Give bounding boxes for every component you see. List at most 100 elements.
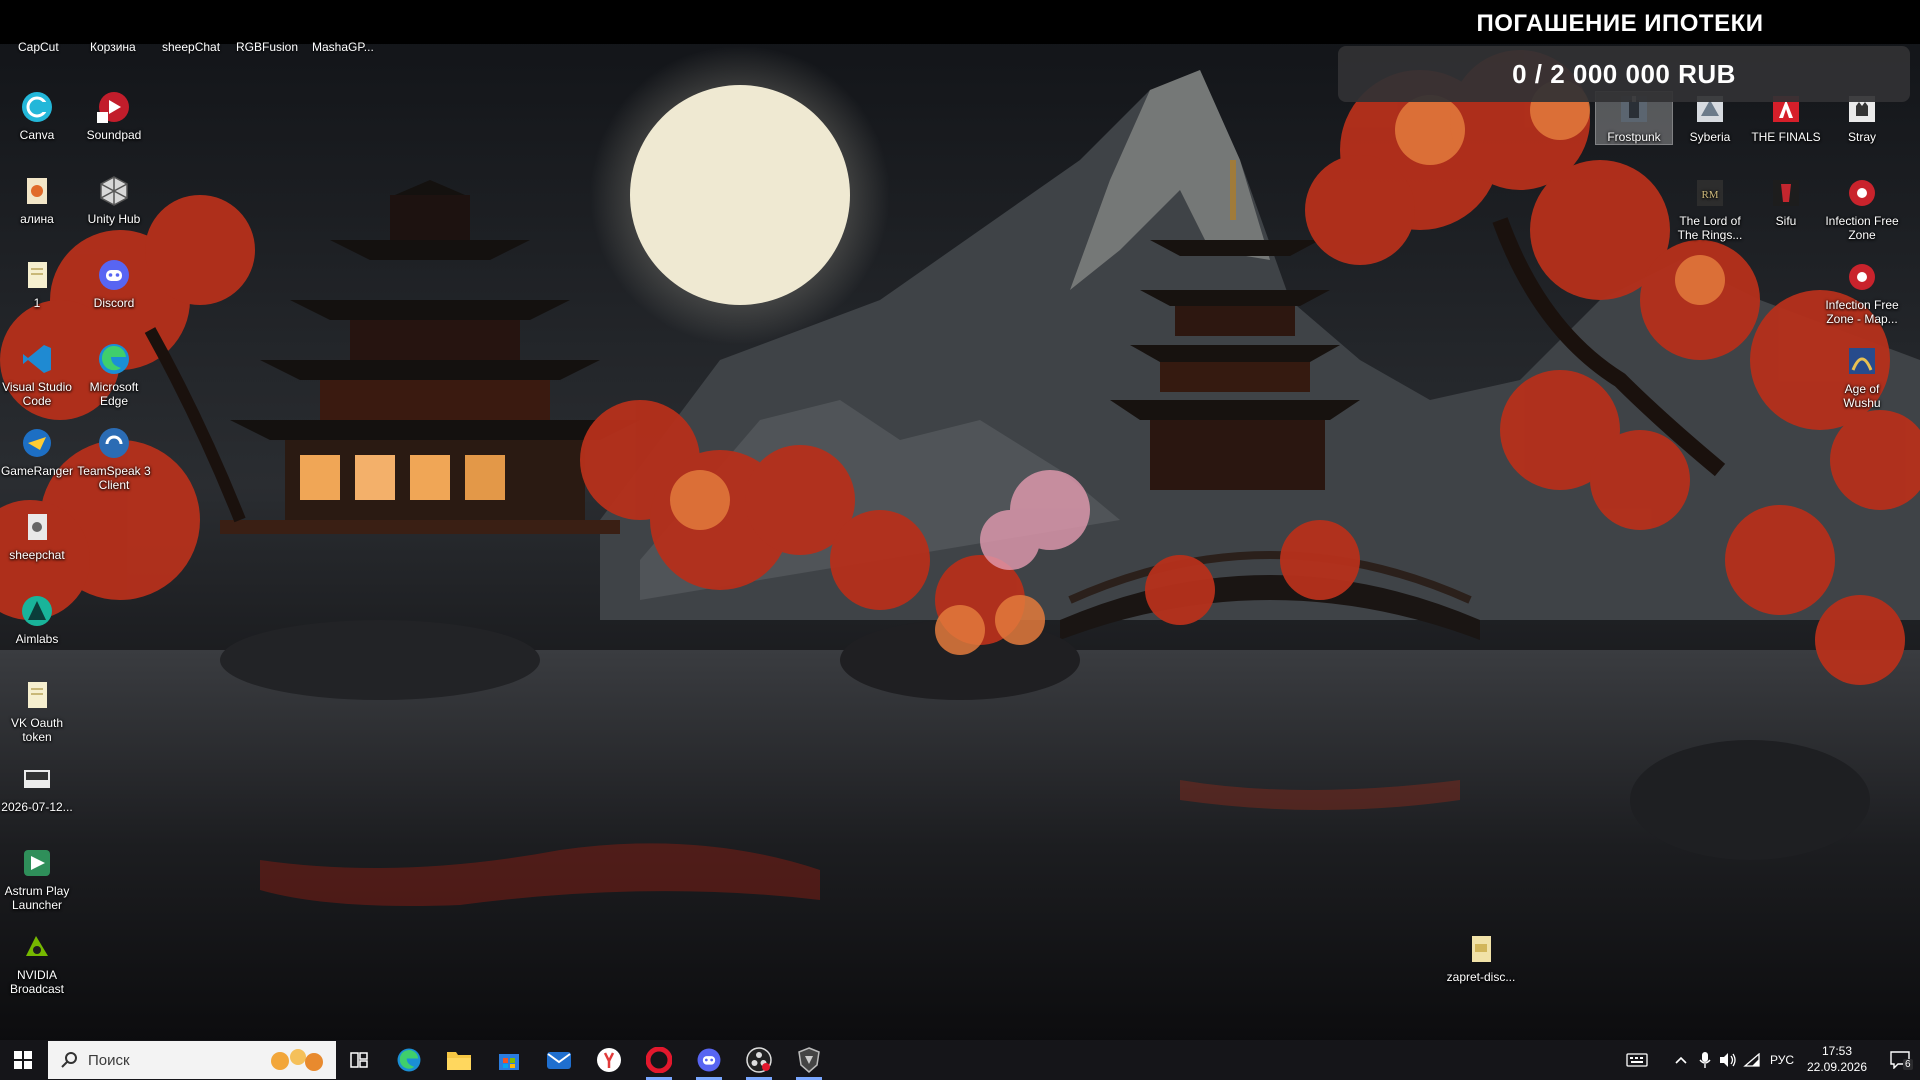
discord-icon [99, 260, 129, 290]
soundpad-icon [97, 92, 129, 123]
keyboard-icon [1626, 1053, 1648, 1067]
desktop-icon-discord[interactable]: Discord [76, 258, 152, 310]
screenshot-file-label: 2026-07-12... [1, 800, 73, 814]
taskbar-opera[interactable] [636, 1040, 682, 1080]
notification-count-badge: 6 [1903, 1059, 1913, 1070]
desktop-icon-mashagp-label[interactable]: MashaGP... [312, 40, 374, 54]
canva-icon [22, 92, 52, 122]
desktop-icon-screenshot-file[interactable]: 2026-07-12... [0, 762, 75, 814]
lotr-label: The Lord of The Rings... [1677, 214, 1743, 242]
tray-volume[interactable] [1716, 1040, 1740, 1080]
infection-free-zone-map-icon [1849, 264, 1875, 290]
stray-label: Stray [1847, 130, 1876, 144]
infection-free-zone-label: Infection Free Zone [1825, 214, 1899, 242]
desktop-icon-vscode[interactable]: Visual Studio Code [0, 342, 75, 408]
desktop-icon-vk-oauth-token[interactable]: VK Oauth token [0, 678, 75, 744]
opera-icon [646, 1047, 672, 1073]
store-icon [499, 1054, 519, 1070]
desktop-icon-gameranger[interactable]: GameRanger [0, 426, 75, 478]
image-file-icon [24, 770, 50, 788]
taskbar-game-app[interactable] [786, 1040, 832, 1080]
taskbar-yandex-browser[interactable] [586, 1040, 632, 1080]
desktop-icon-capcut-label[interactable]: CapCut [18, 40, 59, 54]
desktop-icon-1[interactable]: 1 [0, 258, 75, 310]
age-of-wushu-label: Age of Wushu [1843, 382, 1881, 410]
desktop-icon-sheepchat-label[interactable]: sheepChat [162, 40, 220, 54]
desktop-icon-sifu[interactable]: Sifu [1748, 176, 1824, 228]
tray-keyboard-layout[interactable] [1622, 1040, 1652, 1080]
desktop-icon-unity-hub[interactable]: Unity Hub [76, 174, 152, 226]
taskbar-store[interactable] [486, 1040, 532, 1080]
aimlabs-icon [22, 596, 52, 626]
unity-hub-icon [100, 176, 128, 206]
search-icon [61, 1052, 77, 1068]
tray-show-hidden[interactable] [1668, 1040, 1694, 1080]
teamspeak-icon [99, 428, 129, 458]
yandex-browser-icon [597, 1048, 621, 1072]
chevron-up-icon [1675, 1056, 1687, 1064]
desktop-icon-sheepchat-file[interactable]: sheepchat [0, 510, 75, 562]
sifu-label: Sifu [1775, 214, 1797, 228]
taskbar: Поиск [0, 1040, 1920, 1080]
clock-date: 22.09.2026 [1806, 1060, 1868, 1074]
soundpad-label: Soundpad [86, 128, 142, 142]
desktop-icon-rgbfusion-label[interactable]: RGBFusion [236, 40, 298, 54]
volume-icon [1720, 1053, 1736, 1067]
desktop-icon-canva[interactable]: Canva [0, 90, 75, 142]
desktop-icon-nvidia-broadcast[interactable]: NVIDIA Broadcast [0, 930, 75, 996]
alina-label: алина [20, 212, 54, 226]
desktop-icon-alina[interactable]: алина [0, 174, 75, 226]
tray-network[interactable] [1740, 1040, 1764, 1080]
taskbar-search[interactable]: Поиск [48, 1041, 336, 1079]
search-highlight-art [271, 1049, 323, 1071]
discord-icon [697, 1048, 721, 1072]
desktop-icon-teamspeak[interactable]: TeamSpeak 3 Client [76, 426, 152, 492]
vscode-label: Visual Studio Code [2, 380, 72, 408]
taskbar-discord[interactable] [686, 1040, 732, 1080]
desktop-icon-age-of-wushu[interactable]: Age of Wushu [1824, 344, 1900, 410]
gameranger-icon [23, 429, 51, 457]
tray-language[interactable]: РУС [1770, 1053, 1794, 1067]
desktop-icon-infection-free-zone[interactable]: Infection Free Zone [1824, 176, 1900, 242]
sheepchat-file-label: sheepchat [9, 548, 65, 562]
desktop-icon-astrum-play[interactable]: Astrum Play Launcher [0, 846, 75, 912]
text-file-icon [28, 262, 47, 288]
file-1-label: 1 [33, 296, 41, 310]
taskbar-edge[interactable] [386, 1040, 432, 1080]
astrum-play-icon [24, 850, 50, 876]
desktop-icon-lotr[interactable]: RM The Lord of The Rings... [1672, 176, 1748, 242]
settings-file-icon [28, 514, 47, 540]
syberia-label: Syberia [1689, 130, 1731, 144]
astrum-play-label: Astrum Play Launcher [4, 884, 70, 912]
tray-microphone[interactable] [1694, 1040, 1716, 1080]
aimlabs-label: Aimlabs [15, 632, 59, 646]
desktop-wallpaper [0, 0, 1920, 1080]
desktop-icon-recycle-bin-label[interactable]: Корзина [90, 40, 136, 54]
taskbar-file-explorer[interactable] [436, 1040, 482, 1080]
task-view-icon [350, 1052, 368, 1068]
tray-notifications[interactable] [1882, 1040, 1918, 1080]
desktop-icon-aimlabs[interactable]: Aimlabs [0, 594, 75, 646]
microphone-icon [1699, 1052, 1711, 1068]
the-finals-label: THE FINALS [1751, 130, 1821, 144]
desktop-icon-edge[interactable]: Microsoft Edge [76, 342, 152, 408]
vk-oauth-label: VK Oauth token [10, 716, 64, 744]
taskbar-obs[interactable] [736, 1040, 782, 1080]
taskview-button[interactable] [336, 1040, 382, 1080]
folder-icon [447, 1052, 471, 1070]
tray-clock[interactable]: 17:53 22.09.2026 [1792, 1043, 1882, 1075]
nvidia-broadcast-label: NVIDIA Broadcast [9, 968, 65, 996]
desktop-icon-zapret-disc[interactable]: zapret-disc... [1443, 932, 1519, 984]
desktop-icon-soundpad[interactable]: Soundpad [76, 90, 152, 142]
teamspeak-label: TeamSpeak 3 Client [77, 464, 151, 492]
goal-value: 0 / 2 000 000 RUB [1512, 58, 1736, 89]
mail-icon [547, 1052, 571, 1069]
wifi-icon [1743, 1053, 1760, 1067]
gameranger-label: GameRanger [0, 464, 74, 478]
svg-text:RM: RM [1701, 189, 1718, 201]
taskbar-mail[interactable] [536, 1040, 582, 1080]
desktop-icon-infection-free-zone-map[interactable]: Infection Free Zone - Map... [1824, 260, 1900, 326]
age-of-wushu-icon [1849, 348, 1875, 374]
start-button[interactable] [0, 1040, 46, 1080]
goal-progress-box: 0 / 2 000 000 RUB [1338, 46, 1910, 102]
